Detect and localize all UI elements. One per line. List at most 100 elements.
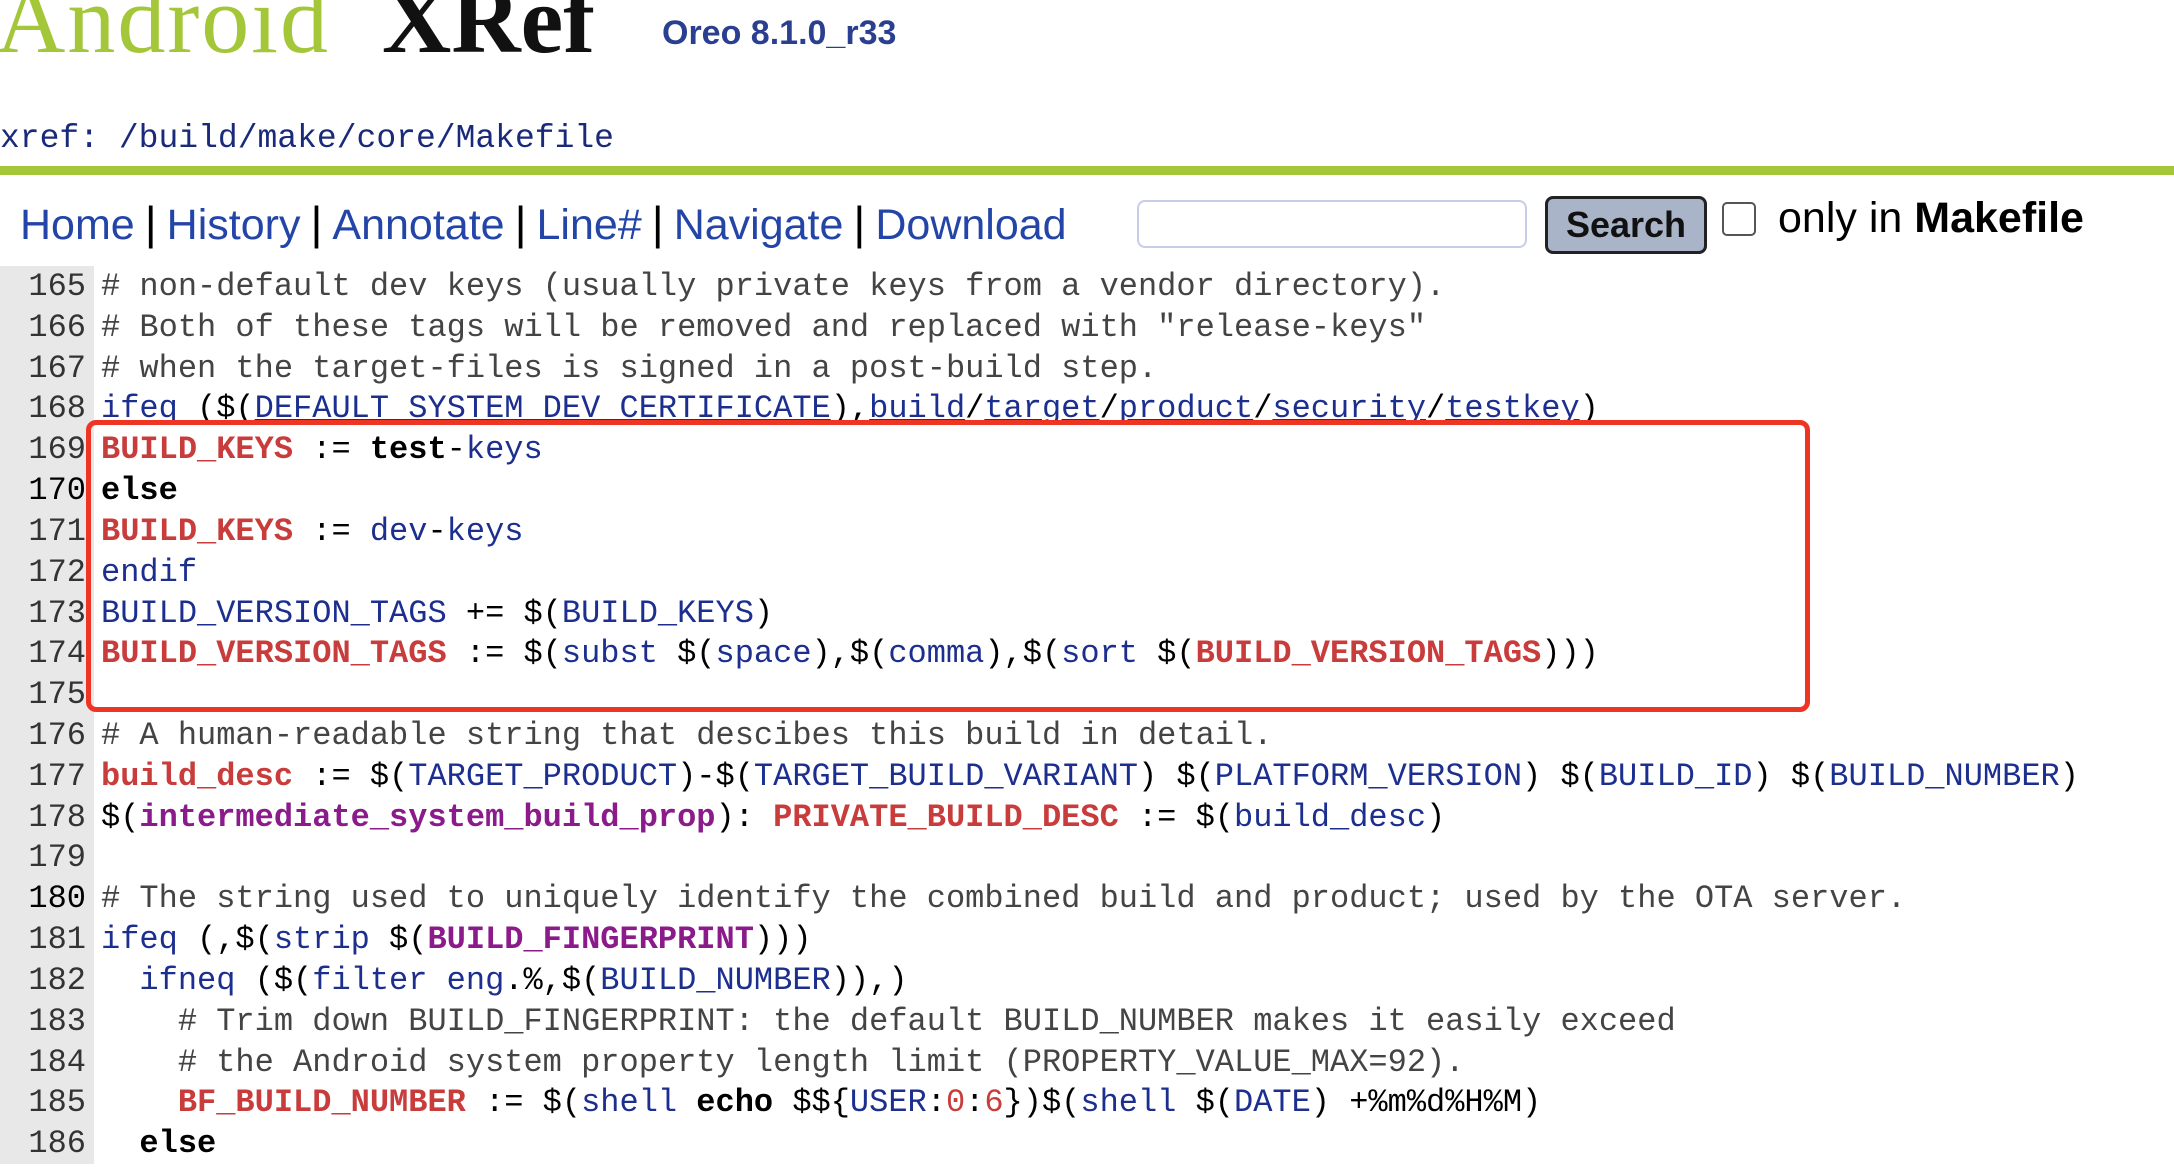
code-token[interactable]: BUILD_NUMBER bbox=[1829, 758, 2059, 795]
code-token: $${ bbox=[773, 1084, 850, 1121]
breadcrumb: xref: /build/make/core/Makefile bbox=[0, 120, 614, 157]
code-token: ): bbox=[715, 799, 774, 836]
code-token: echo bbox=[696, 1084, 774, 1121]
code-token[interactable]: DATE bbox=[1234, 1084, 1311, 1121]
nav-link-history[interactable]: History bbox=[167, 201, 301, 249]
line-number[interactable]: 184 bbox=[0, 1042, 94, 1083]
code-token[interactable]: ifneq bbox=[139, 962, 235, 999]
line-number[interactable]: 167 bbox=[0, 348, 94, 389]
code-line: 165 # non-default dev keys (usually priva… bbox=[0, 266, 2174, 307]
code-token[interactable]: TARGET_PRODUCT bbox=[408, 758, 677, 795]
breadcrumb-separator: / bbox=[435, 120, 456, 157]
only-in-file-checkbox[interactable] bbox=[1722, 202, 1756, 236]
header-divider bbox=[0, 166, 2174, 175]
code-line: 180 # The string used to uniquely identif… bbox=[0, 878, 2174, 919]
code-token[interactable]: intermediate_system_build_prop bbox=[139, 799, 715, 836]
breadcrumb-separator: / bbox=[237, 120, 258, 157]
line-number[interactable]: 169 bbox=[0, 429, 94, 470]
line-text: # Trim down BUILD_FINGERPRINT: the defau… bbox=[101, 1001, 1676, 1042]
code-token[interactable]: TARGET_BUILD_VARIANT bbox=[754, 758, 1138, 795]
code-token[interactable]: BUILD_NUMBER bbox=[600, 962, 830, 999]
nav-link-download[interactable]: Download bbox=[875, 201, 1066, 249]
code-token: ) $( bbox=[1752, 758, 1830, 795]
line-number[interactable]: 165 bbox=[0, 266, 94, 307]
line-text: # when the target-files is signed in a p… bbox=[101, 348, 1157, 389]
line-number[interactable]: 172 bbox=[0, 552, 94, 593]
line-number[interactable]: 181 bbox=[0, 919, 94, 960]
line-number[interactable]: 166 bbox=[0, 307, 94, 348]
code-token[interactable]: BUILD_ID bbox=[1599, 758, 1753, 795]
breadcrumb-segment-core[interactable]: core bbox=[357, 120, 436, 157]
code-token[interactable]: BUILD_FINGERPRINT bbox=[427, 921, 753, 958]
code-token[interactable]: ifeq bbox=[101, 921, 178, 958]
line-text: # Both of these tags will be removed and… bbox=[101, 307, 1426, 348]
line-number[interactable]: 179 bbox=[0, 837, 94, 878]
nav-link-navigate[interactable]: Navigate bbox=[674, 201, 844, 249]
line-number[interactable]: 178 bbox=[0, 797, 94, 838]
code-token: 6 bbox=[984, 1084, 1004, 1121]
breadcrumb-prefix[interactable]: xref bbox=[0, 120, 79, 157]
code-token: .%,$( bbox=[504, 962, 601, 999]
line-number[interactable]: 168 bbox=[0, 388, 94, 429]
code-line: 186 else bbox=[0, 1123, 2174, 1164]
code-token[interactable]: build_desc bbox=[1234, 799, 1426, 836]
nav-link-home[interactable]: Home bbox=[20, 201, 135, 249]
code-token: )),) bbox=[830, 962, 908, 999]
code-line: 166 # Both of these tags will be removed … bbox=[0, 307, 2174, 348]
line-number[interactable]: 174 bbox=[0, 633, 94, 674]
logo-xref[interactable]: XRef bbox=[382, 0, 595, 75]
code-line: 182 ifneq ($(filter eng.%,$(BUILD_NUMBER… bbox=[0, 960, 2174, 1001]
line-number[interactable]: 177 bbox=[0, 756, 94, 797]
code-line: 177 build_desc := $(TARGET_PRODUCT)-$(TAR… bbox=[0, 756, 2174, 797]
nav-link-line[interactable]: Line# bbox=[537, 201, 642, 249]
line-text: # non-default dev keys (usually private … bbox=[101, 266, 1445, 307]
only-in-file-label: only in Makefile bbox=[1778, 194, 2084, 243]
code-token: := $( bbox=[465, 1084, 582, 1121]
code-token: ) bbox=[1426, 799, 1446, 836]
line-number[interactable]: 185 bbox=[0, 1082, 94, 1123]
breadcrumb-path: /build/make/core/Makefile bbox=[119, 120, 614, 157]
logo-android[interactable]: Android bbox=[0, 0, 330, 75]
code-token[interactable]: PLATFORM_VERSION bbox=[1215, 758, 1522, 795]
line-number[interactable]: 186 bbox=[0, 1123, 94, 1164]
line-text: else bbox=[101, 1123, 216, 1164]
code-token: ($( bbox=[235, 962, 313, 999]
nav-separator: | bbox=[144, 197, 157, 249]
breadcrumb-segment-make[interactable]: make bbox=[258, 120, 337, 157]
code-token: ) $( bbox=[1137, 758, 1215, 795]
code-token[interactable]: filter bbox=[312, 962, 427, 999]
code-token: ) $( bbox=[1522, 758, 1599, 795]
line-number[interactable]: 183 bbox=[0, 1001, 94, 1042]
code-token[interactable]: USER bbox=[850, 1084, 927, 1121]
line-number[interactable]: 170 bbox=[0, 470, 94, 511]
nav-separator: | bbox=[651, 197, 664, 249]
code-token: # Trim down BUILD_FINGERPRINT: the defau… bbox=[101, 1003, 1676, 1040]
code-token[interactable]: strip bbox=[274, 921, 370, 958]
breadcrumb-segment-makefile[interactable]: Makefile bbox=[456, 120, 614, 157]
version-label: Oreo 8.1.0_r33 bbox=[662, 14, 897, 52]
code-token: := $( bbox=[1118, 799, 1234, 836]
line-number[interactable]: 180 bbox=[0, 878, 94, 919]
nav-link-annotate[interactable]: Annotate bbox=[332, 201, 504, 249]
code-token[interactable]: eng bbox=[447, 962, 505, 999]
code-token: # when the target-files is signed in a p… bbox=[101, 350, 1158, 387]
code-token[interactable]: shell bbox=[1080, 1084, 1176, 1121]
code-token[interactable]: shell bbox=[581, 1084, 677, 1121]
line-number[interactable]: 176 bbox=[0, 715, 94, 756]
only-in-filename: Makefile bbox=[1914, 194, 2084, 242]
line-number[interactable]: 182 bbox=[0, 960, 94, 1001]
nav-links: Home | History | Annotate | Line# | Navigate | Dow… bbox=[20, 196, 1067, 250]
line-number[interactable]: 173 bbox=[0, 593, 94, 634]
code-token: $( bbox=[1176, 1084, 1234, 1121]
search-input[interactable] bbox=[1137, 200, 1527, 248]
code-token: : bbox=[965, 1084, 985, 1121]
nav-separator: | bbox=[310, 197, 323, 249]
line-number[interactable]: 175 bbox=[0, 674, 94, 715]
search-button[interactable]: Search bbox=[1545, 196, 1707, 254]
line-number[interactable]: 171 bbox=[0, 511, 94, 552]
code-view: 165 # non-default dev keys (usually priva… bbox=[0, 266, 2174, 1172]
breadcrumb-segment-build[interactable]: build bbox=[139, 120, 238, 157]
breadcrumb-separator: / bbox=[336, 120, 357, 157]
